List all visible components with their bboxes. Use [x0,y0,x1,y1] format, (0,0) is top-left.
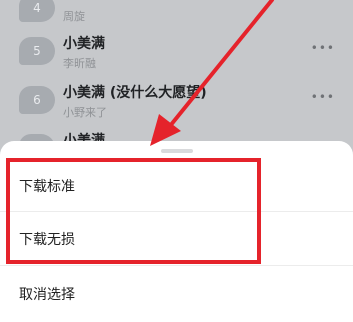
more-options-icon[interactable]: ••• [311,90,335,104]
track-number-badge: 5 [19,37,55,65]
artist-name: 周旋 [63,10,85,23]
song-title: 小美满 (没什么大愿望) [63,85,207,101]
list-item[interactable]: 4 周旋 [0,0,353,30]
track-number: 6 [33,93,41,107]
artist-name: 小野来了 [63,106,107,119]
cancel-selection-option[interactable]: 取消选择 [19,284,75,304]
track-number-badge: 6 [19,86,55,114]
sheet-drag-handle[interactable] [161,149,193,153]
divider [0,265,353,266]
list-item[interactable]: 5 小美满 李昕融 ••• [0,33,353,83]
track-number: 5 [33,44,41,58]
song-title: 小美满 [63,36,105,52]
highlight-box [6,158,261,264]
more-options-icon[interactable]: ••• [311,41,335,55]
track-number: 4 [33,1,41,15]
track-number-badge: 4 [19,0,55,22]
list-item[interactable]: 6 小美满 (没什么大愿望) 小野来了 ••• [0,82,353,132]
artist-name: 李昕融 [63,57,96,70]
